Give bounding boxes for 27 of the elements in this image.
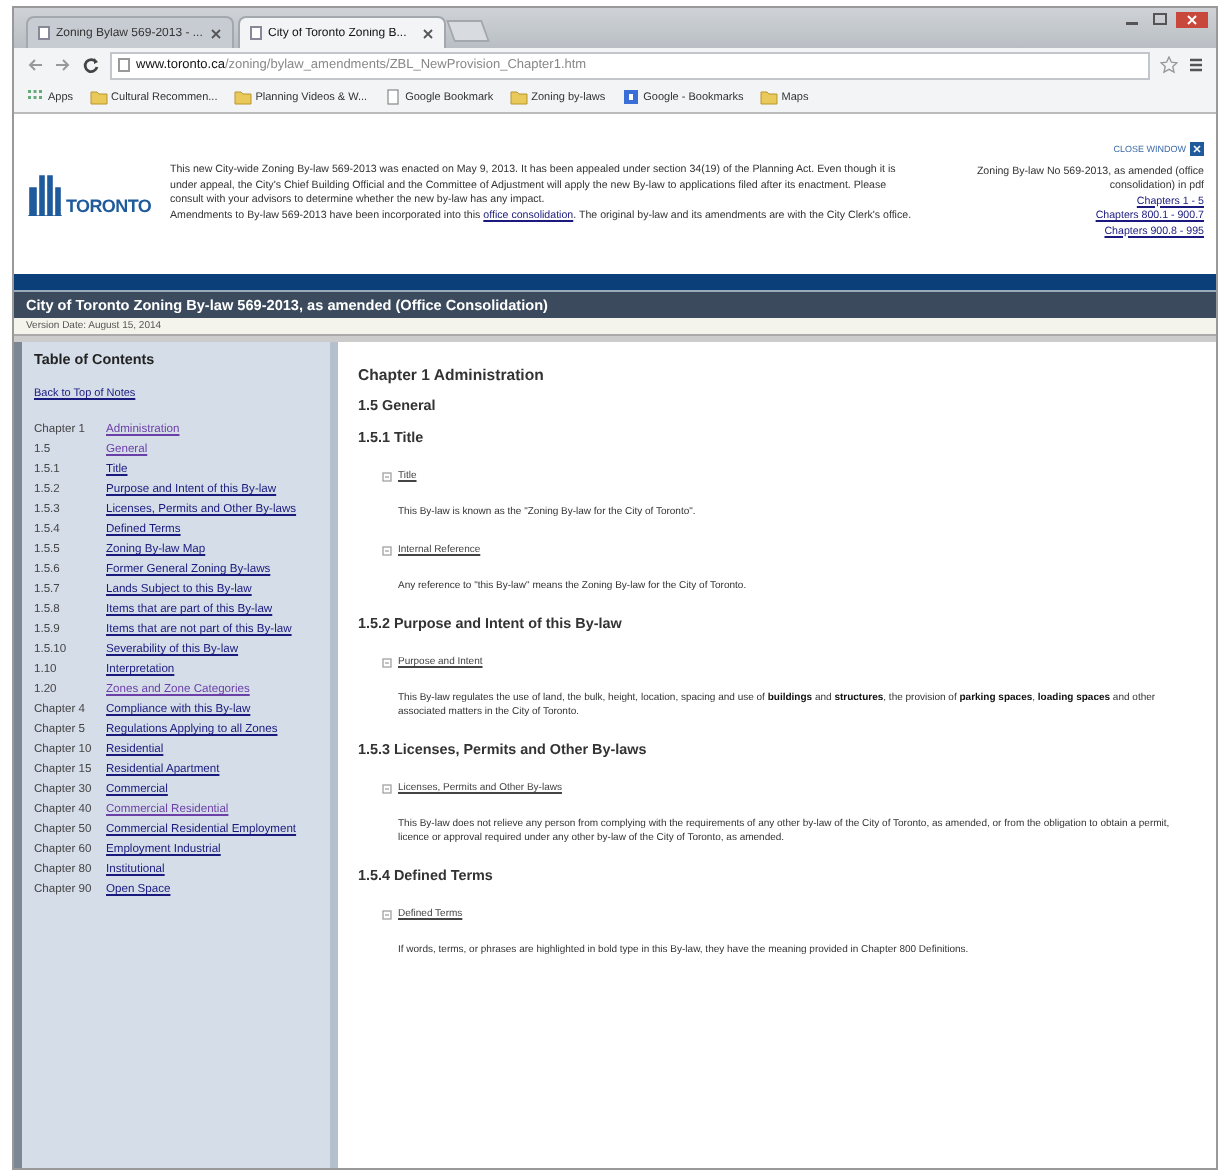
- city-hall-icon: [26, 172, 62, 216]
- star-icon: [1160, 56, 1178, 74]
- collapse-icon: [382, 545, 392, 555]
- page-icon: [250, 26, 262, 40]
- page-icon: [383, 88, 402, 106]
- collapse-icon: [382, 657, 392, 667]
- page-icon: [118, 58, 130, 72]
- close-icon: [422, 27, 434, 39]
- reload-icon: [82, 56, 100, 74]
- forward-arrow-icon: [54, 56, 72, 74]
- close-icon: [1190, 142, 1204, 157]
- folder-icon: [509, 88, 528, 106]
- folder-icon: [759, 88, 778, 106]
- maximize-icon: [1148, 12, 1172, 28]
- new-tab-button[interactable]: [446, 20, 490, 42]
- logo-wordmark: TORONTO: [66, 196, 152, 216]
- close-icon: [1176, 12, 1208, 28]
- close-icon: [210, 27, 222, 39]
- folder-icon: [89, 88, 108, 106]
- menu-icon: [1188, 56, 1204, 74]
- back-arrow-icon: [26, 56, 44, 74]
- folder-icon: [233, 88, 252, 106]
- collapse-icon: [382, 783, 392, 793]
- collapse-icon: [382, 909, 392, 919]
- collapse-icon: [382, 471, 392, 481]
- g-square-icon: [621, 88, 640, 106]
- page-icon: [38, 26, 50, 40]
